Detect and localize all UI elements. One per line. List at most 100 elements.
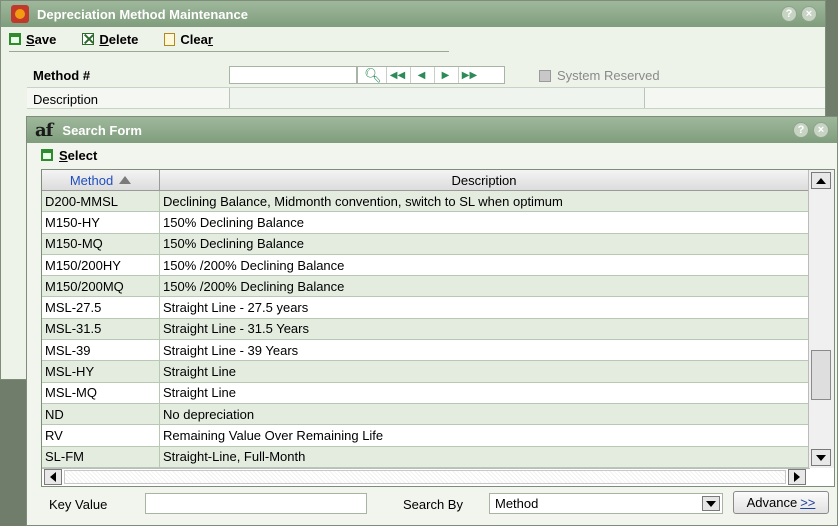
select-label: Select [59,147,98,163]
grid-rows: D200-MMSL Declining Balance, Midmonth con… [42,191,808,468]
help-icon[interactable]: ? [781,6,797,22]
clear-button[interactable]: Clear [164,32,213,47]
table-row[interactable]: SL-FM Straight-Line, Full-Month [42,446,808,468]
description-cell: Remaining Value Over Remaining Life [163,427,384,443]
description-cell: Straight-Line, Full-Month [163,449,306,465]
previous-record-icon[interactable]: ◀ [410,67,432,83]
close-icon[interactable]: × [813,122,829,138]
method-cell: SL-FM [42,446,160,467]
description-cell: Straight Line - 39 Years [163,342,299,358]
system-reserved-label: System Reserved [557,68,660,83]
description-column-header[interactable]: Description [160,170,808,190]
table-row[interactable]: M150-HY 150% Declining Balance [42,212,808,234]
method-label: Method # [33,68,91,83]
system-reserved-checkbox[interactable]: System Reserved [539,68,660,83]
close-icon[interactable]: × [801,6,817,22]
table-row[interactable]: D200-MMSL Declining Balance, Midmonth con… [42,191,808,213]
table-row[interactable]: MSL-MQ Straight Line [42,382,808,404]
horizontal-scroll-thumb[interactable] [64,470,786,484]
method-cell: M150-HY [42,212,160,233]
search-form-window: af Search Form ? × Select Method Descrip… [26,116,838,526]
vertical-scroll-thumb[interactable] [811,350,831,400]
search-form-titlebar[interactable]: af Search Form ? × [27,117,837,143]
table-row[interactable]: M150-MQ 150% Declining Balance [42,233,808,255]
toolbar: Save Delete Clear [1,28,213,50]
advance-label: Advance [746,495,798,510]
table-row[interactable]: MSL-27.5 Straight Line - 27.5 years [42,297,808,319]
select-button[interactable]: Select [41,145,97,165]
window-title: Depreciation Method Maintenance [37,6,248,22]
key-value-label: Key Value [49,497,108,512]
description-cell: Declining Balance, Midmonth convention, … [163,193,563,209]
scroll-down-button[interactable] [811,449,831,466]
table-row[interactable]: M150/200MQ 150% /200% Declining Balance [42,276,808,298]
description-cell: 150% Declining Balance [163,236,304,252]
description-field[interactable] [229,88,645,108]
search-icon[interactable]: 🔍︎ [362,67,384,83]
method-cell: MSL-39 [42,340,160,361]
help-icon[interactable]: ? [793,122,809,138]
delete-icon [82,33,95,45]
horizontal-scrollbar[interactable] [42,468,810,486]
method-cell: D200-MMSL [42,191,160,212]
checkbox-box[interactable] [539,69,551,82]
description-cell: 150% Declining Balance [163,214,304,230]
delete-label: Delete [99,31,139,47]
save-label: Save [26,31,57,47]
app-logo-icon [11,5,29,23]
chevron-down-icon [706,500,716,507]
table-row[interactable]: M150/200HY 150% /200% Declining Balance [42,254,808,277]
table-row[interactable]: MSL-HY Straight Line [42,361,808,383]
select-icon [41,149,53,161]
search-form-title: Search Form [62,122,142,138]
table-row[interactable]: RV Remaining Value Over Remaining Life [42,425,808,447]
dropdown-arrow-icon[interactable] [702,496,720,511]
key-value-input[interactable] [145,493,367,514]
description-cell: Straight Line [163,364,236,380]
vertical-scrollbar[interactable] [808,170,834,468]
table-row[interactable]: MSL-31.5 Straight Line - 31.5 Years [42,318,808,341]
search-by-label: Search By [403,497,463,512]
method-cell: RV [42,425,160,446]
next-record-icon[interactable]: ▶ [434,67,456,83]
window-titlebar[interactable]: Depreciation Method Maintenance ? × [1,1,825,27]
search-by-select[interactable]: Method [489,493,723,514]
af-logo: af [35,119,53,141]
description-row: Description [27,87,825,109]
clear-icon [164,32,176,46]
table-row[interactable]: ND No depreciation [42,403,808,426]
scroll-up-button[interactable] [811,172,831,189]
method-cell: MSL-MQ [42,382,160,403]
method-cell: ND [42,403,160,425]
method-column-header[interactable]: Method [42,170,160,190]
sort-ascending-icon [119,176,132,184]
arrow-down-icon [816,454,826,461]
save-icon [9,33,21,45]
scroll-right-button[interactable] [788,469,806,485]
description-cell: Straight Line - 31.5 Years [163,321,309,337]
method-cell: M150/200HY [42,254,160,276]
method-row: Method # 🔍︎ ◀◀ ◀ ▶ ▶▶ System Reserved [27,64,827,86]
method-input[interactable] [229,66,357,84]
record-navigator: 🔍︎ ◀◀ ◀ ▶ ▶▶ [357,66,505,84]
description-cell: Straight Line - 27.5 years [163,300,309,316]
grid-header: Method Description [42,170,808,191]
advance-button[interactable]: Advance >> [733,491,829,514]
arrow-up-icon [816,177,826,184]
arrow-right-icon [794,472,800,482]
search-by-value: Method [495,496,539,511]
last-record-icon[interactable]: ▶▶ [458,67,480,83]
scroll-left-button[interactable] [44,469,62,485]
method-cell: M150/200MQ [42,276,160,297]
clear-label: Clear [180,31,213,47]
method-cell: MSL-27.5 [42,297,160,318]
delete-button[interactable]: Delete [82,32,138,47]
search-bar: Key Value Search By Method Advance >> [27,490,837,516]
method-cell: M150-MQ [42,233,160,254]
table-row[interactable]: MSL-39 Straight Line - 39 Years [42,340,808,362]
save-button[interactable]: Save [9,32,56,47]
method-cell: MSL-HY [42,361,160,382]
description-cell: 150% /200% Declining Balance [163,278,345,294]
description-label: Description [33,92,99,107]
first-record-icon[interactable]: ◀◀ [386,67,408,83]
